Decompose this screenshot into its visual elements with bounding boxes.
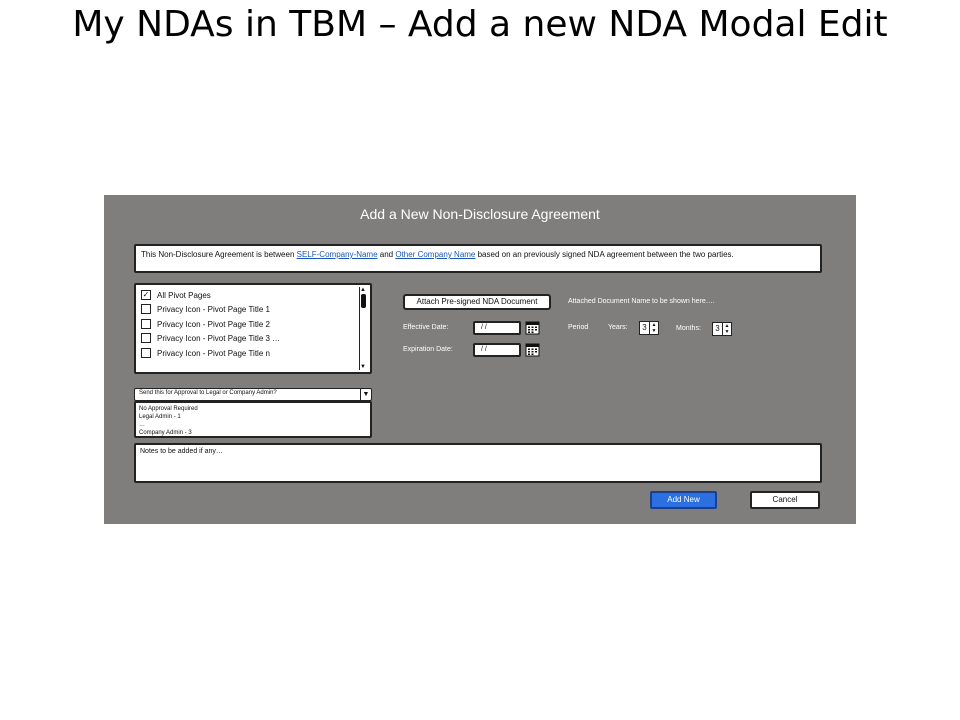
months-value[interactable]: 3 [712,322,723,336]
pivot-item-n[interactable]: Privacy Icon - Pivot Page Title n [141,347,270,359]
checkbox[interactable]: ✓ [141,290,151,300]
check-icon: ✓ [142,290,150,299]
list-scrollbar[interactable]: ▲ ▼ [359,287,368,370]
nda-modal: Add a New Non-Disclosure Agreement This … [104,195,856,524]
expiration-date-input[interactable]: / / [473,343,521,357]
checkbox[interactable] [141,304,151,314]
attach-document-button[interactable]: Attach Pre-signed NDA Document [403,294,551,310]
intro-prefix: This Non-Disclosure Agreement is between [141,250,297,259]
attached-document-name: Attached Document Name to be shown here…… [568,298,715,305]
period-label: Period [568,324,589,331]
effective-date-input[interactable]: / / [473,321,521,335]
approval-option[interactable]: Company Admin - 3 [139,429,367,437]
approval-option[interactable]: Legal Admin - 1 [139,413,367,421]
self-company-link[interactable]: SELF-Company-Name [297,250,378,259]
spinner-down-icon[interactable]: ▼ [723,329,731,335]
pivot-item-label: Privacy Icon - Pivot Page Title 2 [157,319,270,329]
expiration-date-label: Expiration Date: [403,346,453,353]
chevron-down-icon[interactable]: ▼ [360,389,371,400]
calendar-icon[interactable] [525,320,540,335]
months-label: Months: [676,325,701,332]
checkbox[interactable] [141,333,151,343]
pivot-item-label: Privacy Icon - Pivot Page Title 1 [157,304,270,314]
approval-selected: Send this for Approval to Legal or Compa… [139,390,277,396]
years-value[interactable]: 3 [639,321,650,335]
checkbox[interactable] [141,319,151,329]
approval-option[interactable]: No Approval Required [139,405,367,413]
spinner-down-icon[interactable]: ▼ [650,328,658,334]
scroll-down-icon[interactable]: ▼ [360,364,366,370]
years-stepper[interactable]: 3 ▲ ▼ [639,321,659,335]
pivot-pages-list[interactable]: ✓ All Pivot Pages Privacy Icon - Pivot P… [134,283,372,374]
approval-select[interactable]: Send this for Approval to Legal or Compa… [134,388,372,401]
modal-title: Add a New Non-Disclosure Agreement [360,206,600,222]
pivot-item-3[interactable]: Privacy Icon - Pivot Page Title 3 … [141,332,280,344]
months-stepper[interactable]: 3 ▲ ▼ [712,322,732,336]
pivot-item-label: All Pivot Pages [157,290,211,300]
pivot-item-2[interactable]: Privacy Icon - Pivot Page Title 2 [141,318,270,330]
approval-options[interactable]: No Approval Required Legal Admin - 1 … C… [134,401,372,438]
notes-textarea[interactable]: Notes to be added if any… [134,443,822,483]
slide-title: My NDAs in TBM – Add a new NDA Modal Edi… [72,4,888,45]
scroll-up-icon[interactable]: ▲ [360,287,366,293]
agreement-intro: This Non-Disclosure Agreement is between… [134,244,822,273]
scrollbar-thumb[interactable] [361,294,366,308]
checkbox[interactable] [141,348,151,358]
cancel-button[interactable]: Cancel [750,491,820,509]
pivot-item-1[interactable]: Privacy Icon - Pivot Page Title 1 [141,303,270,315]
approval-option[interactable]: … [139,421,367,429]
other-company-link[interactable]: Other Company Name [395,250,475,259]
years-label: Years: [608,324,628,331]
calendar-icon[interactable] [525,342,540,357]
add-new-button[interactable]: Add New [650,491,717,509]
pivot-item-label: Privacy Icon - Pivot Page Title 3 … [157,333,281,343]
pivot-item-label: Privacy Icon - Pivot Page Title n [157,348,270,358]
intro-suffix: based on an previously signed NDA agreem… [475,250,734,259]
intro-middle: and [377,250,396,259]
effective-date-label: Effective Date: [403,324,449,331]
pivot-item-all[interactable]: ✓ All Pivot Pages [141,289,211,301]
